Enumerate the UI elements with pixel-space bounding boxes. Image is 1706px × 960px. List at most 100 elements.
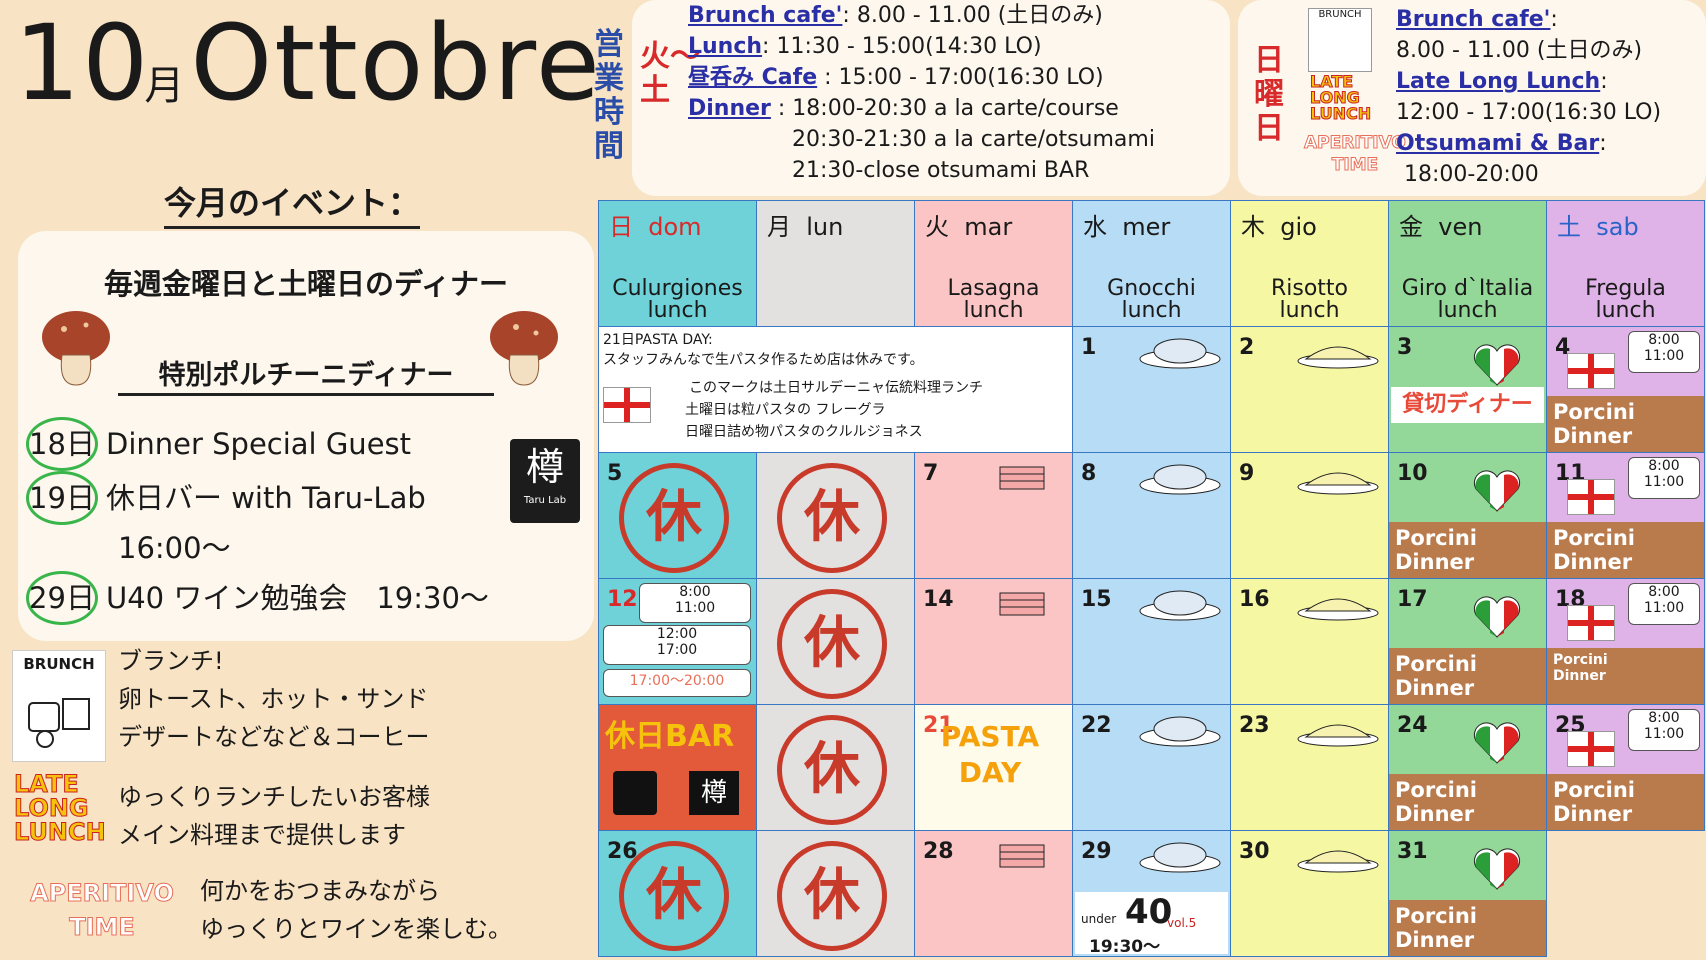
porcini-dinner-badge: Porcini Dinner [1547,774,1704,830]
note: このマークは土日サルデーニャ伝統料理ランチ [689,380,983,396]
note: スタッフみんなで生パスタ作るため店は休みです。 [603,352,924,368]
day-cell: 休 [756,830,915,957]
risotto-icon [1297,850,1379,873]
logo-line: LATE [14,770,80,798]
logo-line: APERITIVO [30,879,175,908]
porcini-dinner-badge: Porcini Dinner [1389,774,1546,830]
event-day: 18日 [26,417,98,471]
header-wed: 水 mer Gnocchi lunch [1072,200,1231,327]
porcini-dinner-badge: Porcini Dinner [1547,648,1704,704]
aperitivo-logo: APERITIVO TIME [12,876,192,944]
gnocchi-icon [1139,716,1221,747]
day-cell: 1 [1072,326,1231,453]
legend-line: ゆっくりランチしたいお客様 [118,783,430,811]
day-cell: 10 Porcini Dinner [1388,452,1547,579]
note: 日曜日詰め物パスタのクルルジョネス [685,424,923,440]
legend-line: 卵トースト、ホット・サンド [118,685,429,713]
closed-stamp: 休 [777,463,887,573]
porcini-dinner-badge: Porcini Dinner [1389,648,1546,704]
hours-line: Late Long Lunch: [1396,69,1608,94]
legend-line: デザートなどなど＆コーヒー [118,723,430,751]
italy-heart-icon [1473,848,1521,890]
hours-line: 8.00 - 11.00 (土日のみ) [1396,38,1643,63]
day-name: 金 ven [1399,213,1483,241]
month-number: 10 [14,2,151,124]
private-dinner-badge: 貸切ディナー [1391,387,1544,423]
lasagna-icon [999,466,1045,490]
italy-heart-icon [1473,470,1521,512]
day-cell: 休 [756,578,915,705]
event-item: 18日 Dinner Special Guest [26,417,411,471]
brunch-icon: BRUNCH [1308,8,1372,72]
aperitivo-time-badge: 17:00～20:00 [603,669,751,697]
weekly-text: 毎週金曜日と土曜日のディナー [104,267,508,301]
lasagna-icon [999,592,1045,616]
closed-stamp: 休 [777,841,887,951]
u40-badge: under 40 vol.5 19:30～ [1075,892,1228,956]
day-cell: 30 [1230,830,1389,957]
dish-label: Lasagna lunch [947,276,1040,323]
dish-label: Fregula lunch [1585,276,1666,323]
tokidoki-logo [613,771,657,815]
gnocchi-icon [1139,338,1221,369]
day-cell: 28 [914,830,1073,957]
italy-heart-icon [1473,596,1521,638]
header-tue: 火 mar Lasagna lunch [914,200,1073,327]
event-item: 16:00～ [118,525,231,567]
day-name: 水 mer [1083,213,1171,241]
brunch-logo-text: BRUNCH [23,655,95,673]
legend-line: 何かをおつまみながら [200,877,440,905]
day-cell: 16 [1230,578,1389,705]
late-icon: LATE LONG LUNCH [1309,72,1372,123]
italy-heart-icon [1473,344,1521,386]
dish-label: Gnocchi lunch [1107,276,1196,323]
day-name: 木 gio [1241,213,1317,241]
logo-line: TIME [69,913,136,942]
note: 土曜日は粒パスタの フレーグラ [685,402,886,418]
header-sat: 土 sab Fregula lunch [1546,200,1705,327]
late-lunch-time-badge: 12:00 17:00 [603,625,751,665]
sardinia-flag-icon [1567,353,1615,389]
day-cell: 8 [1072,452,1231,579]
day-name: 土 sab [1557,213,1639,241]
note: 21日PASTA DAY: [603,332,713,348]
risotto-icon [1297,598,1379,621]
gnocchi-icon [1139,464,1221,495]
porcini-dinner-badge: Porcini Dinner [1389,522,1546,578]
closed-stamp: 休 [777,715,887,825]
empty-cell [1546,830,1705,957]
sardinia-flag-icon [603,387,651,423]
month-word: Ottobre [190,2,602,124]
day-cell: 22 [1072,704,1231,831]
taru-lab-logo: 樽 [689,771,739,815]
closed-stamp: 休 [777,589,887,699]
taru-logo-kanji: 樽 [525,445,564,489]
weekday-hours: 火〜土 Brunch cafe': 8.00 - 11.00 (土日のみ) Lu… [632,0,1230,196]
header-mon: 月 lun [756,200,915,327]
header-sun: 日 dom Culurgiones lunch [598,200,757,327]
hours-line: 18:00-20:00 [1404,162,1539,187]
event-card: 毎週金曜日と土曜日のディナー 特別ポルチーニディナー 18日 Dinner Spe… [18,231,594,641]
lasagna-icon [999,844,1045,868]
day-cell: 休 [756,452,915,579]
hours-line: 昼呑み Cafe : 15:00 - 17:00(16:30 LO) [688,65,1104,90]
day-cell: 3 貸切ディナー [1388,326,1547,453]
porcini-dinner-badge: Porcini Dinner [1389,900,1546,956]
sardinia-flag-icon [1567,479,1615,515]
closed-stamp: 休 [619,841,729,951]
day-cell: 休日BAR 樽 [598,704,757,831]
italy-heart-icon [1473,722,1521,764]
hours-line: Otsumami & Bar: [1396,131,1607,156]
day-cell: 21 PASTA DAY [914,704,1073,831]
month-title: 10月Ottobre [14,8,602,141]
day-cell: 31 Porcini Dinner [1388,830,1547,957]
event-text: 休日バー with Taru-Lab [106,481,426,515]
day-cell: 4 8:00 11:00 Porcini Dinner [1546,326,1705,453]
legend-line: メイン料理まで提供します [118,821,406,849]
risotto-icon [1297,724,1379,747]
day-cell: 18 8:00 11:00 Porcini Dinner [1546,578,1705,705]
event-day: 19日 [26,471,98,525]
day-cell: 17 Porcini Dinner [1388,578,1547,705]
closed-stamp: 休 [619,463,729,573]
logo-line: LONG [14,794,90,822]
